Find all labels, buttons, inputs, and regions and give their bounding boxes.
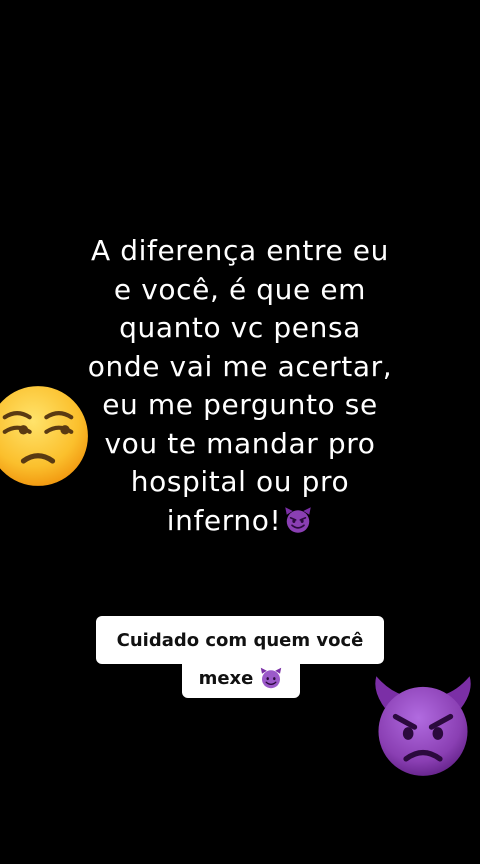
angry-devil-icon bbox=[375, 676, 471, 776]
smiling-devil-icon bbox=[285, 506, 312, 533]
unamused-face-icon bbox=[0, 386, 88, 486]
quote-body: A diferença entre eu e você, é que em qu… bbox=[87, 234, 393, 537]
caption-text-1: Cuidado com quem você bbox=[116, 629, 364, 651]
smiling-devil-icon bbox=[261, 667, 282, 689]
caption-text-2: mexe bbox=[198, 667, 254, 689]
caption-line-1: Cuidado com quem você bbox=[96, 616, 384, 664]
quote-text: A diferença entre eu e você, é que em qu… bbox=[40, 232, 440, 540]
caption-line-2: mexe bbox=[182, 658, 300, 698]
story-screen: A diferença entre eu e você, é que em qu… bbox=[0, 0, 480, 864]
